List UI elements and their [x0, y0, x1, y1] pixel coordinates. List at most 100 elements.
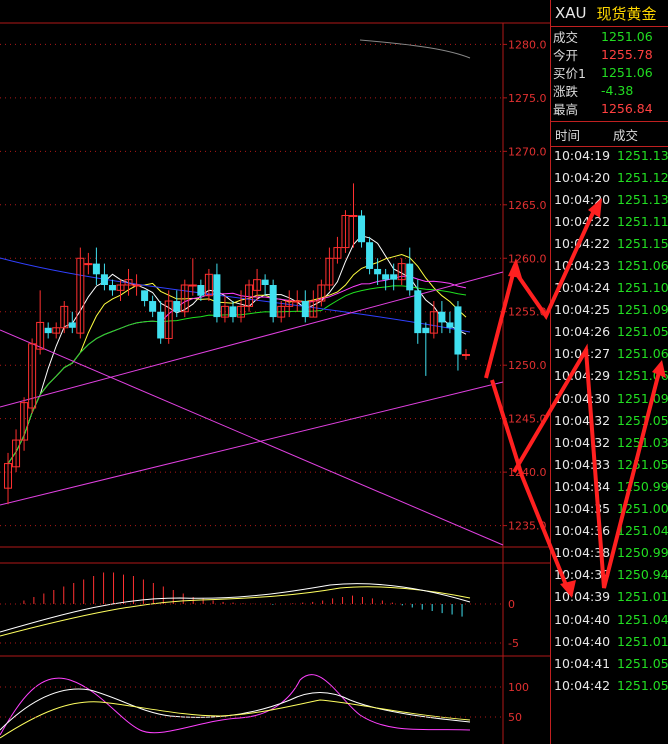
tick-row[interactable]: 10:04:42 1251.05	[551, 674, 668, 696]
tick-list[interactable]: 10:04:19 1251.13 10:04:20 1251.12 10:04:20 12…	[551, 144, 668, 696]
tick-time: 10:04:19	[554, 147, 611, 163]
tick-row[interactable]: 10:04:33 1251.05	[551, 453, 668, 475]
tick-row[interactable]: 10:04:20 1251.12	[551, 166, 668, 188]
candle-body	[68, 322, 76, 328]
tick-row[interactable]: 10:04:23 1251.06	[551, 254, 668, 276]
candle-body	[229, 306, 237, 318]
macd-dea	[0, 586, 471, 637]
tick-row[interactable]: 10:04:36 1251.04	[551, 520, 668, 542]
candle-body	[197, 285, 205, 296]
symbol-header[interactable]: XAU 现货黄金	[551, 0, 668, 27]
tick-row[interactable]: 10:04:30 1251.09	[551, 387, 668, 409]
macd-dif	[0, 583, 471, 633]
tick-row[interactable]: 10:04:34 1250.99	[551, 475, 668, 497]
tick-time: 10:04:24	[554, 280, 611, 296]
candle-body	[132, 284, 141, 287]
candle-body	[358, 215, 366, 243]
quote-value: 1255.78	[601, 46, 653, 62]
candle-body	[414, 290, 422, 334]
tick-price: 1251.11	[617, 213, 668, 229]
candle-body	[100, 274, 108, 285]
candle-body	[454, 306, 462, 355]
tick-price: 1251.05	[617, 456, 668, 472]
macd-panel: 0 -5	[0, 572, 519, 650]
y-tick-label: 1280.0	[508, 38, 547, 51]
tick-row[interactable]: 10:04:32 1251.03	[551, 431, 668, 453]
tick-row[interactable]: 10:04:24 1251.10	[551, 277, 668, 299]
quote-value: -4.38	[601, 82, 634, 98]
tick-price: 1251.01	[617, 589, 668, 605]
tick-row[interactable]: 10:04:26 1251.05	[551, 321, 668, 343]
tick-time: 10:04:39	[554, 567, 611, 583]
y-tick-label: 1270.0	[508, 145, 547, 158]
symbol-code: XAU	[555, 4, 587, 22]
candle-body	[188, 284, 197, 287]
tick-row[interactable]: 10:04:22 1251.11	[551, 210, 668, 232]
tick-row[interactable]: 10:04:20 1251.13	[551, 188, 668, 210]
quote-value: 1251.06	[601, 64, 653, 80]
candle-body	[461, 354, 470, 357]
tick-row[interactable]: 10:04:22 1251.15	[551, 232, 668, 254]
candle-body	[374, 268, 382, 275]
chart-area[interactable]: 1280.0 1275.0 1270.0 1265.0 1260.0 1255.0 1250…	[0, 0, 550, 744]
ma-line-long	[0, 257, 471, 333]
tick-price: 1251.05	[617, 324, 668, 340]
candle-body	[301, 301, 309, 318]
tick-col-price: 成交	[613, 127, 639, 143]
tick-price: 1251.04	[617, 611, 668, 627]
candle-body	[366, 242, 374, 269]
y-tick-label: 1260.0	[508, 252, 547, 265]
tick-time: 10:04:27	[554, 346, 611, 362]
tick-row[interactable]: 10:04:25 1251.09	[551, 299, 668, 321]
candle-body	[108, 285, 116, 291]
tick-time: 10:04:29	[554, 368, 611, 384]
tick-time: 10:04:26	[554, 324, 611, 340]
kdj-tick-label: 50	[508, 711, 522, 724]
quote-panel: XAU 现货黄金 成交 1251.06 今开 1255.78 买价1 1251.06 涨跌 -…	[550, 0, 668, 744]
kdj-d	[0, 699, 471, 739]
tick-time: 10:04:34	[554, 478, 611, 494]
tick-col-time: 时间	[555, 127, 581, 143]
tick-price: 1251.05	[617, 412, 668, 428]
tick-time: 10:04:33	[554, 456, 611, 472]
candle-body	[44, 327, 52, 334]
kdj-panel: 100 50	[0, 674, 529, 739]
macd-tick-label: 0	[508, 598, 515, 611]
tick-price: 1251.13	[617, 147, 668, 163]
tick-row[interactable]: 10:04:39 1250.94	[551, 564, 668, 586]
tick-price: 1251.06	[617, 346, 668, 362]
tick-row[interactable]: 10:04:40 1251.04	[551, 608, 668, 630]
quote-rows: 成交 1251.06 今开 1255.78 买价1 1251.06 涨跌 -4.38 最高 125…	[551, 27, 668, 117]
tick-price: 1251.06	[617, 368, 668, 384]
tick-row[interactable]: 10:04:40 1251.01	[551, 630, 668, 652]
tick-time: 10:04:38	[554, 545, 611, 561]
tick-row[interactable]: 10:04:32 1251.05	[551, 409, 668, 431]
tick-price: 1251.05	[617, 677, 668, 693]
trading-app: 1280.0 1275.0 1270.0 1265.0 1260.0 1255.0 1250…	[0, 0, 668, 744]
tick-row[interactable]: 10:04:19 1251.13	[551, 144, 668, 166]
candle-body	[213, 274, 221, 318]
tick-price: 1251.05	[617, 655, 668, 671]
tick-row[interactable]: 10:04:35 1251.00	[551, 498, 668, 520]
tick-price: 1251.09	[617, 390, 668, 406]
tick-price: 1251.06	[617, 258, 668, 274]
moving-averages	[0, 39, 504, 546]
tick-row[interactable]: 10:04:39 1251.01	[551, 586, 668, 608]
trendline-lower	[0, 381, 504, 506]
tick-price: 1251.09	[617, 302, 668, 318]
tick-row[interactable]: 10:04:27 1251.06	[551, 343, 668, 365]
tick-time: 10:04:30	[554, 390, 611, 406]
tick-row[interactable]: 10:04:29 1251.06	[551, 365, 668, 387]
quote-label: 成交	[553, 29, 579, 45]
quote-row: 买价1 1251.06	[551, 63, 668, 81]
tick-time: 10:04:36	[554, 523, 611, 539]
tick-price: 1251.00	[617, 501, 668, 517]
tick-row[interactable]: 10:04:41 1251.05	[551, 652, 668, 674]
tick-time: 10:04:23	[554, 258, 611, 274]
ma-line-upper	[359, 39, 471, 59]
tick-time: 10:04:32	[554, 434, 611, 450]
tick-time: 10:04:35	[554, 501, 611, 517]
tick-time: 10:04:40	[554, 611, 611, 627]
tick-time: 10:04:25	[554, 302, 611, 318]
tick-row[interactable]: 10:04:38 1250.99	[551, 542, 668, 564]
